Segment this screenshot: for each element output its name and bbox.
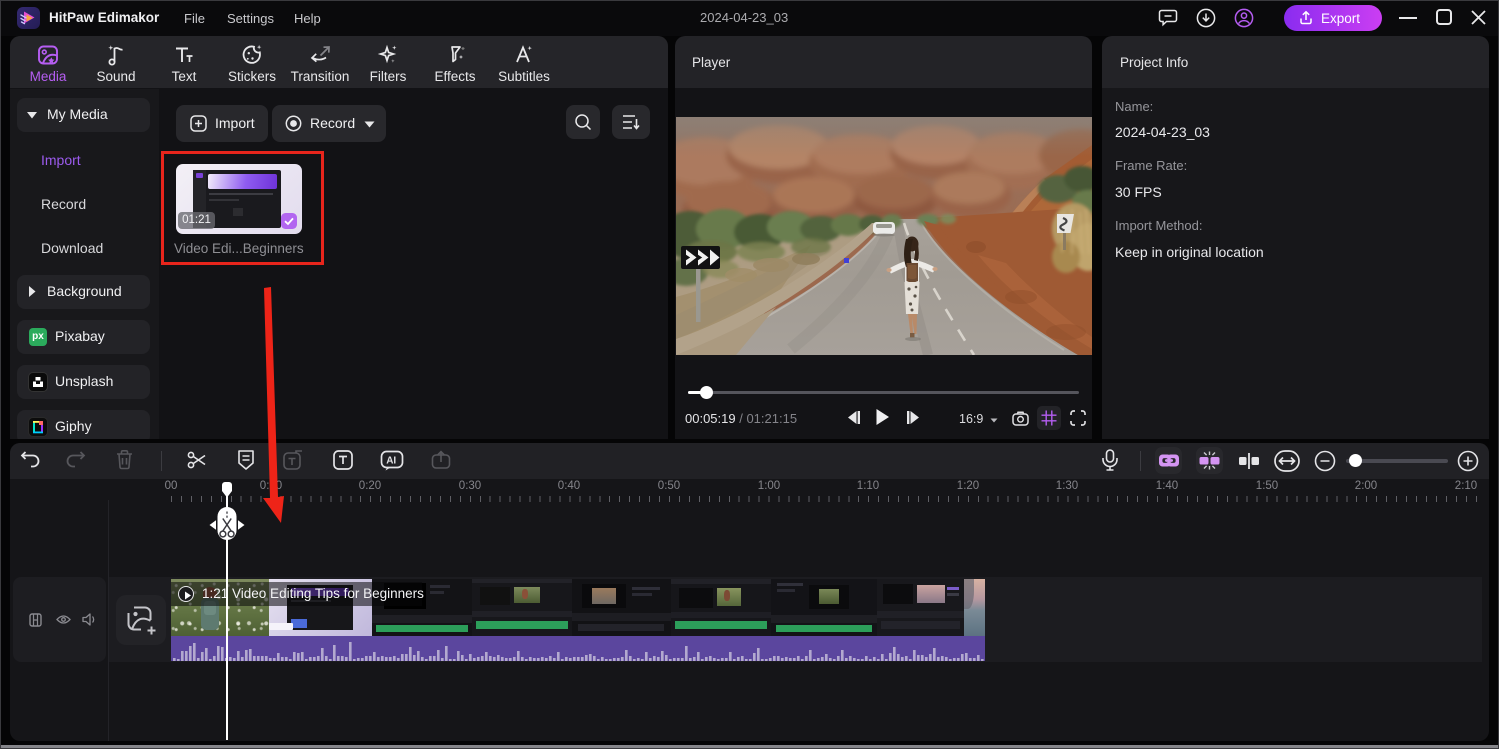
svg-text:AI: AI xyxy=(386,456,396,467)
